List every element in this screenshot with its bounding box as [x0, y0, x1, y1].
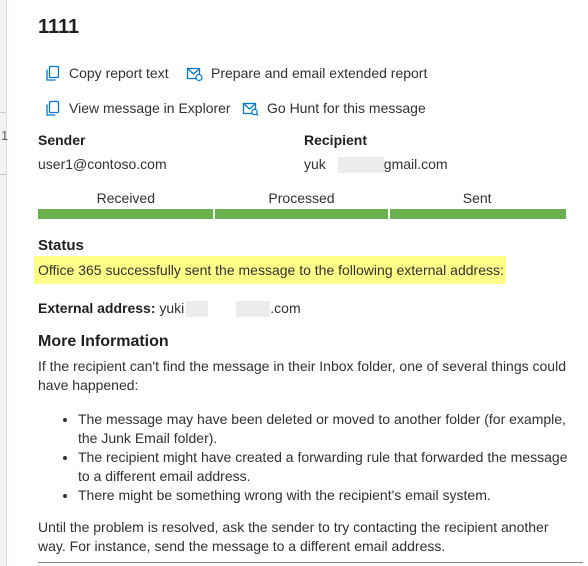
- page-title: 1111: [38, 16, 80, 38]
- status-heading: Status: [38, 237, 84, 254]
- prepare-email-label: Prepare and email extended report: [211, 65, 428, 81]
- redaction-block: [359, 157, 384, 174]
- external-address-suffix: .com: [270, 300, 301, 316]
- progress-step-label: Sent: [462, 190, 492, 206]
- progress-bar-segment: [388, 209, 567, 219]
- divider: [38, 562, 583, 563]
- more-information-intro: If the recipient can't find the message …: [38, 358, 566, 393]
- left-rail: 1: [0, 0, 9, 566]
- progress-step-processed: Processed: [212, 188, 391, 220]
- more-information-closing: Until the problem is resolved, ask the s…: [38, 519, 549, 554]
- progress-bar-segment: [212, 209, 391, 219]
- rail-count: 1: [1, 128, 9, 143]
- sender-label: Sender: [38, 132, 86, 148]
- external-address-label: External address:: [38, 300, 156, 316]
- progress-bar-segment: [38, 209, 214, 219]
- go-hunt-label: Go Hunt for this message: [267, 100, 426, 116]
- possible-causes-list: The message may have been deleted or mov…: [38, 410, 568, 505]
- redaction-block: [186, 301, 209, 318]
- more-information-heading: More Information: [38, 333, 169, 350]
- view-in-explorer-button[interactable]: View message in Explorer: [44, 98, 231, 118]
- prepare-email-report-button[interactable]: Prepare and email extended report: [186, 63, 427, 83]
- hunt-icon: [242, 102, 259, 116]
- email-icon: [186, 67, 203, 81]
- delivery-progress: Received Processed Sent: [38, 188, 567, 220]
- view-explorer-label: View message in Explorer: [69, 100, 231, 116]
- progress-step-label: Received: [96, 190, 156, 206]
- message-detail-pane: 1111 Copy report text Prepare and email …: [34, 0, 583, 566]
- recipient-prefix: yuk: [304, 156, 326, 172]
- copy-icon: [46, 65, 60, 81]
- list-item: The recipient might have created a forwa…: [78, 448, 568, 486]
- recipient-suffix: gmail.com: [383, 156, 448, 172]
- rail-divider: [0, 174, 6, 175]
- external-address: External address: yuki .com: [38, 300, 301, 318]
- recipient-label: Recipient: [304, 132, 368, 148]
- status-message-text: Office 365 successfully sent the message…: [38, 262, 504, 278]
- copy-icon: [46, 100, 60, 116]
- list-item: The message may have been deleted or mov…: [78, 410, 568, 448]
- rail-divider: [0, 112, 6, 113]
- external-address-prefix: yuki: [159, 300, 185, 316]
- list-item: There might be something wrong with the …: [78, 486, 568, 505]
- copy-report-label: Copy report text: [69, 65, 169, 81]
- recipient-value: yuk gmail.com: [304, 156, 448, 174]
- status-message: Office 365 successfully sent the message…: [34, 256, 506, 284]
- sender-value: user1@contoso.com: [38, 156, 167, 172]
- go-hunt-button[interactable]: Go Hunt for this message: [242, 98, 426, 118]
- copy-report-button[interactable]: Copy report text: [44, 63, 169, 83]
- redaction-block: [337, 157, 360, 174]
- redaction-block: [236, 301, 271, 318]
- progress-step-received: Received: [38, 188, 214, 220]
- progress-step-label: Processed: [268, 190, 335, 206]
- progress-step-sent: Sent: [388, 188, 567, 220]
